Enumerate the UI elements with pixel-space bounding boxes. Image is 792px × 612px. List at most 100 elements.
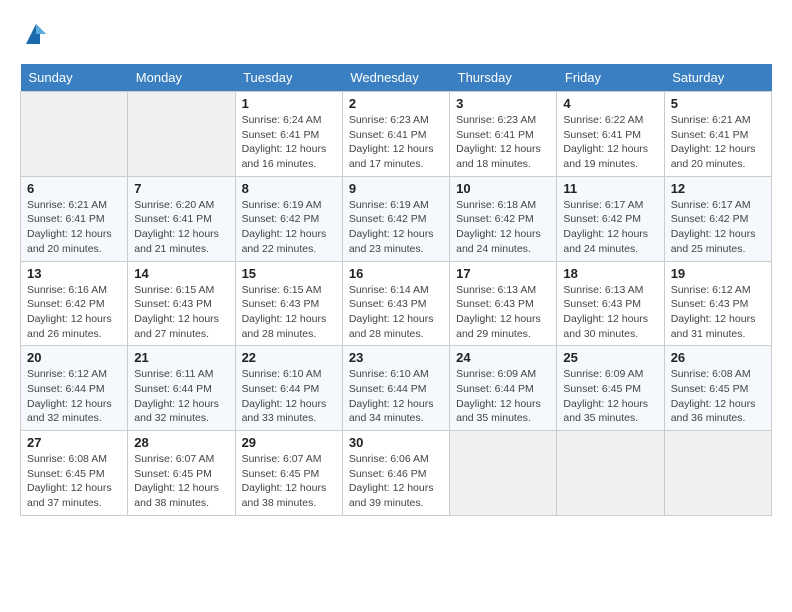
calendar-cell: 17 Sunrise: 6:13 AM Sunset: 6:43 PM Dayli… xyxy=(450,261,557,346)
day-number: 10 xyxy=(456,181,550,196)
calendar-cell: 14 Sunrise: 6:15 AM Sunset: 6:43 PM Dayli… xyxy=(128,261,235,346)
calendar-cell xyxy=(557,431,664,516)
calendar-cell: 9 Sunrise: 6:19 AM Sunset: 6:42 PM Daylig… xyxy=(342,176,449,261)
day-number: 9 xyxy=(349,181,443,196)
day-number: 3 xyxy=(456,96,550,111)
day-info: Sunrise: 6:08 AM Sunset: 6:45 PM Dayligh… xyxy=(671,367,765,426)
day-info: Sunrise: 6:11 AM Sunset: 6:44 PM Dayligh… xyxy=(134,367,228,426)
day-info: Sunrise: 6:16 AM Sunset: 6:42 PM Dayligh… xyxy=(27,283,121,342)
logo-icon xyxy=(22,20,50,48)
day-info: Sunrise: 6:19 AM Sunset: 6:42 PM Dayligh… xyxy=(242,198,336,257)
calendar-cell: 4 Sunrise: 6:22 AM Sunset: 6:41 PM Daylig… xyxy=(557,92,664,177)
calendar-cell: 29Sunrise: 6:07 AM Sunset: 6:45 PM Dayli… xyxy=(235,431,342,516)
calendar-cell: 24 Sunrise: 6:09 AM Sunset: 6:44 PM Dayli… xyxy=(450,346,557,431)
day-number: 11 xyxy=(563,181,657,196)
day-number: 30 xyxy=(349,435,443,450)
calendar-cell: 27Sunrise: 6:08 AM Sunset: 6:45 PM Dayli… xyxy=(21,431,128,516)
day-number: 17 xyxy=(456,266,550,281)
day-info: Sunrise: 6:18 AM Sunset: 6:42 PM Dayligh… xyxy=(456,198,550,257)
day-info: Sunrise: 6:23 AM Sunset: 6:41 PM Dayligh… xyxy=(349,113,443,172)
day-number: 4 xyxy=(563,96,657,111)
day-header-thursday: Thursday xyxy=(450,64,557,92)
calendar-cell: 8 Sunrise: 6:19 AM Sunset: 6:42 PM Daylig… xyxy=(235,176,342,261)
day-info: Sunrise: 6:12 AM Sunset: 6:44 PM Dayligh… xyxy=(27,367,121,426)
day-info: Sunrise: 6:19 AM Sunset: 6:42 PM Dayligh… xyxy=(349,198,443,257)
day-number: 14 xyxy=(134,266,228,281)
calendar-cell: 12 Sunrise: 6:17 AM Sunset: 6:42 PM Dayli… xyxy=(664,176,771,261)
day-header-friday: Friday xyxy=(557,64,664,92)
calendar-cell: 18 Sunrise: 6:13 AM Sunset: 6:43 PM Dayli… xyxy=(557,261,664,346)
day-info: Sunrise: 6:10 AM Sunset: 6:44 PM Dayligh… xyxy=(349,367,443,426)
day-number: 2 xyxy=(349,96,443,111)
day-header-monday: Monday xyxy=(128,64,235,92)
day-number: 6 xyxy=(27,181,121,196)
day-number: 16 xyxy=(349,266,443,281)
day-info: Sunrise: 6:09 AM Sunset: 6:44 PM Dayligh… xyxy=(456,367,550,426)
day-info: Sunrise: 6:17 AM Sunset: 6:42 PM Dayligh… xyxy=(671,198,765,257)
calendar-cell: 15 Sunrise: 6:15 AM Sunset: 6:43 PM Dayli… xyxy=(235,261,342,346)
calendar-cell: 7 Sunrise: 6:20 AM Sunset: 6:41 PM Daylig… xyxy=(128,176,235,261)
calendar-cell: 22 Sunrise: 6:10 AM Sunset: 6:44 PM Dayli… xyxy=(235,346,342,431)
day-header-wednesday: Wednesday xyxy=(342,64,449,92)
calendar-cell: 30Sunrise: 6:06 AM Sunset: 6:46 PM Dayli… xyxy=(342,431,449,516)
day-number: 18 xyxy=(563,266,657,281)
calendar-cell xyxy=(664,431,771,516)
calendar-cell: 16 Sunrise: 6:14 AM Sunset: 6:43 PM Dayli… xyxy=(342,261,449,346)
day-number: 28 xyxy=(134,435,228,450)
calendar-cell xyxy=(128,92,235,177)
logo xyxy=(20,20,50,48)
day-number: 29 xyxy=(242,435,336,450)
day-header-sunday: Sunday xyxy=(21,64,128,92)
day-info: Sunrise: 6:17 AM Sunset: 6:42 PM Dayligh… xyxy=(563,198,657,257)
calendar-cell: 21Sunrise: 6:11 AM Sunset: 6:44 PM Dayli… xyxy=(128,346,235,431)
day-info: Sunrise: 6:15 AM Sunset: 6:43 PM Dayligh… xyxy=(242,283,336,342)
day-info: Sunrise: 6:09 AM Sunset: 6:45 PM Dayligh… xyxy=(563,367,657,426)
day-number: 22 xyxy=(242,350,336,365)
day-header-tuesday: Tuesday xyxy=(235,64,342,92)
day-number: 20 xyxy=(27,350,121,365)
calendar-cell: 28 Sunrise: 6:07 AM Sunset: 6:45 PM Dayli… xyxy=(128,431,235,516)
day-number: 19 xyxy=(671,266,765,281)
calendar-cell xyxy=(450,431,557,516)
day-info: Sunrise: 6:08 AM Sunset: 6:45 PM Dayligh… xyxy=(27,452,121,511)
calendar-cell: 2 Sunrise: 6:23 AM Sunset: 6:41 PM Daylig… xyxy=(342,92,449,177)
day-number: 12 xyxy=(671,181,765,196)
calendar-week-row: 1Sunrise: 6:24 AM Sunset: 6:41 PM Daylig… xyxy=(21,92,772,177)
calendar-cell: 19 Sunrise: 6:12 AM Sunset: 6:43 PM Dayli… xyxy=(664,261,771,346)
calendar-week-row: 6Sunrise: 6:21 AM Sunset: 6:41 PM Daylig… xyxy=(21,176,772,261)
calendar-cell: 20 Sunrise: 6:12 AM Sunset: 6:44 PM Dayli… xyxy=(21,346,128,431)
calendar-cell: 23 Sunrise: 6:10 AM Sunset: 6:44 PM Dayli… xyxy=(342,346,449,431)
calendar-cell: 26 Sunrise: 6:08 AM Sunset: 6:45 PM Dayli… xyxy=(664,346,771,431)
day-info: Sunrise: 6:22 AM Sunset: 6:41 PM Dayligh… xyxy=(563,113,657,172)
calendar-week-row: 20 Sunrise: 6:12 AM Sunset: 6:44 PM Dayli… xyxy=(21,346,772,431)
day-header-saturday: Saturday xyxy=(664,64,771,92)
calendar-cell: 6Sunrise: 6:21 AM Sunset: 6:41 PM Daylig… xyxy=(21,176,128,261)
day-number: 25 xyxy=(563,350,657,365)
day-info: Sunrise: 6:07 AM Sunset: 6:45 PM Dayligh… xyxy=(134,452,228,511)
day-info: Sunrise: 6:12 AM Sunset: 6:43 PM Dayligh… xyxy=(671,283,765,342)
day-info: Sunrise: 6:10 AM Sunset: 6:44 PM Dayligh… xyxy=(242,367,336,426)
calendar-cell: 1Sunrise: 6:24 AM Sunset: 6:41 PM Daylig… xyxy=(235,92,342,177)
calendar-cell: 3 Sunrise: 6:23 AM Sunset: 6:41 PM Daylig… xyxy=(450,92,557,177)
calendar-cell: 11 Sunrise: 6:17 AM Sunset: 6:42 PM Dayli… xyxy=(557,176,664,261)
day-number: 13 xyxy=(27,266,121,281)
calendar-cell: 10 Sunrise: 6:18 AM Sunset: 6:42 PM Dayli… xyxy=(450,176,557,261)
day-info: Sunrise: 6:13 AM Sunset: 6:43 PM Dayligh… xyxy=(456,283,550,342)
day-info: Sunrise: 6:13 AM Sunset: 6:43 PM Dayligh… xyxy=(563,283,657,342)
day-info: Sunrise: 6:14 AM Sunset: 6:43 PM Dayligh… xyxy=(349,283,443,342)
day-info: Sunrise: 6:15 AM Sunset: 6:43 PM Dayligh… xyxy=(134,283,228,342)
day-info: Sunrise: 6:20 AM Sunset: 6:41 PM Dayligh… xyxy=(134,198,228,257)
day-number: 8 xyxy=(242,181,336,196)
calendar-week-row: 27Sunrise: 6:08 AM Sunset: 6:45 PM Dayli… xyxy=(21,431,772,516)
day-number: 23 xyxy=(349,350,443,365)
day-number: 7 xyxy=(134,181,228,196)
calendar-header-row: SundayMondayTuesdayWednesdayThursdayFrid… xyxy=(21,64,772,92)
calendar-cell: 13 Sunrise: 6:16 AM Sunset: 6:42 PM Dayli… xyxy=(21,261,128,346)
day-number: 24 xyxy=(456,350,550,365)
day-info: Sunrise: 6:23 AM Sunset: 6:41 PM Dayligh… xyxy=(456,113,550,172)
calendar-table: SundayMondayTuesdayWednesdayThursdayFrid… xyxy=(20,64,772,516)
day-number: 15 xyxy=(242,266,336,281)
calendar-cell xyxy=(21,92,128,177)
day-info: Sunrise: 6:24 AM Sunset: 6:41 PM Dayligh… xyxy=(242,113,336,172)
day-number: 26 xyxy=(671,350,765,365)
